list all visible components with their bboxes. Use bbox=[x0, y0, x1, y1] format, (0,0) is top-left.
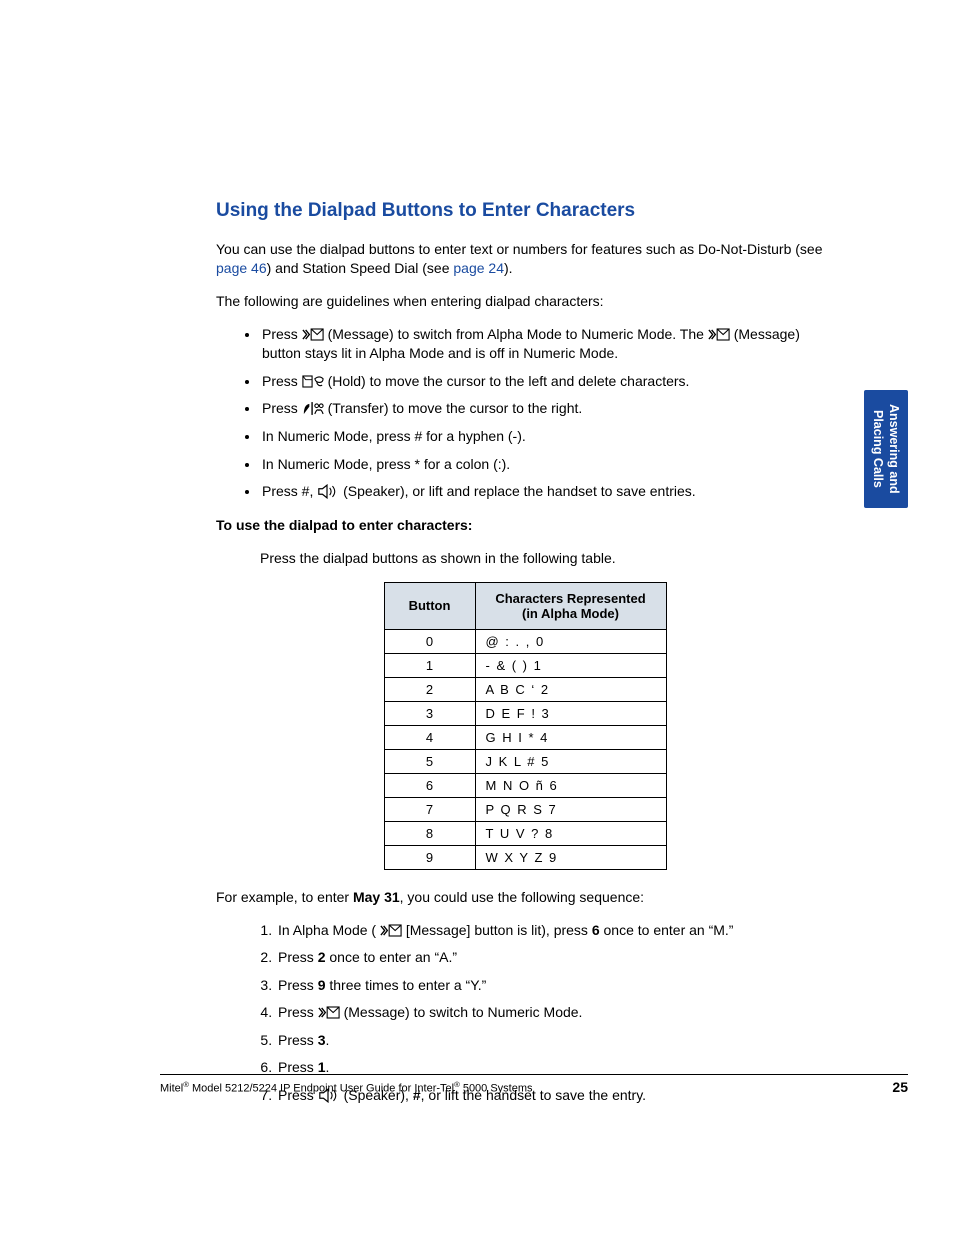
table-row: 3D E F ! 3 bbox=[384, 701, 666, 725]
table-row: 1- & ( ) 1 bbox=[384, 653, 666, 677]
link-page24[interactable]: page 24 bbox=[453, 260, 504, 276]
intro-paragraph: You can use the dialpad buttons to enter… bbox=[216, 240, 834, 278]
table-row: 8T U V ? 8 bbox=[384, 821, 666, 845]
message-icon bbox=[708, 327, 730, 342]
intro-post: ). bbox=[504, 260, 513, 276]
intro-pre: You can use the dialpad buttons to enter… bbox=[216, 241, 822, 257]
hold-icon bbox=[302, 374, 324, 389]
speaker-icon bbox=[317, 484, 339, 499]
guidelines-lead: The following are guidelines when enteri… bbox=[216, 292, 834, 311]
bullet-hold: Press (Hold) to move the cursor to the l… bbox=[260, 372, 834, 392]
step-3: Press 9 three times to enter a “Y.” bbox=[276, 976, 834, 996]
table-row: 9W X Y Z 9 bbox=[384, 845, 666, 869]
section-tab: Answering and Placing Calls bbox=[864, 390, 909, 508]
table-row: 2A B C ‘ 2 bbox=[384, 677, 666, 701]
bullet-star: In Numeric Mode, press * for a colon (:)… bbox=[260, 455, 834, 475]
table-row: 6M N O ñ 6 bbox=[384, 773, 666, 797]
bullet-transfer: Press (Transfer) to move the cursor to t… bbox=[260, 399, 834, 419]
table-row: 5J K L # 5 bbox=[384, 749, 666, 773]
page-number: 25 bbox=[892, 1079, 908, 1095]
link-page46[interactable]: page 46 bbox=[216, 260, 267, 276]
footer-text: Mitel® Model 5212/5224 IP Endpoint User … bbox=[160, 1080, 533, 1095]
tab-line1: Answering and bbox=[886, 404, 902, 494]
bullet-save: Press #, (Speaker), or lift and replace … bbox=[260, 482, 834, 502]
step-1: In Alpha Mode ( [Message] button is lit)… bbox=[276, 921, 834, 941]
message-icon bbox=[302, 327, 324, 342]
step-4: Press (Message) to switch to Numeric Mod… bbox=[276, 1003, 834, 1023]
step-2: Press 2 once to enter an “A.” bbox=[276, 948, 834, 968]
table-row: 0@ : . , 0 bbox=[384, 629, 666, 653]
th-chars: Characters Represented (in Alpha Mode) bbox=[475, 582, 666, 629]
intro-mid: ) and Station Speed Dial (see bbox=[267, 260, 454, 276]
page-heading: Using the Dialpad Buttons to Enter Chara… bbox=[216, 200, 834, 222]
step-5: Press 3. bbox=[276, 1031, 834, 1051]
guidelines-list: Press (Message) to switch from Alpha Mod… bbox=[216, 325, 834, 502]
table-row: 7P Q R S 7 bbox=[384, 797, 666, 821]
procedure-step: Press the dialpad buttons as shown in th… bbox=[216, 549, 834, 568]
bullet-hash: In Numeric Mode, press # for a hyphen (-… bbox=[260, 427, 834, 447]
message-icon bbox=[318, 1005, 340, 1020]
transfer-icon bbox=[302, 401, 324, 416]
procedure-title: To use the dialpad to enter characters: bbox=[216, 516, 834, 535]
message-icon bbox=[380, 923, 402, 938]
tab-line2: Placing Calls bbox=[870, 404, 886, 494]
th-button: Button bbox=[384, 582, 475, 629]
bullet-message: Press (Message) to switch from Alpha Mod… bbox=[260, 325, 834, 364]
page-footer: Mitel® Model 5212/5224 IP Endpoint User … bbox=[160, 1074, 908, 1095]
table-row: 4G H I * 4 bbox=[384, 725, 666, 749]
example-lead: For example, to enter May 31, you could … bbox=[216, 888, 834, 907]
character-table: Button Characters Represented (in Alpha … bbox=[384, 582, 667, 870]
